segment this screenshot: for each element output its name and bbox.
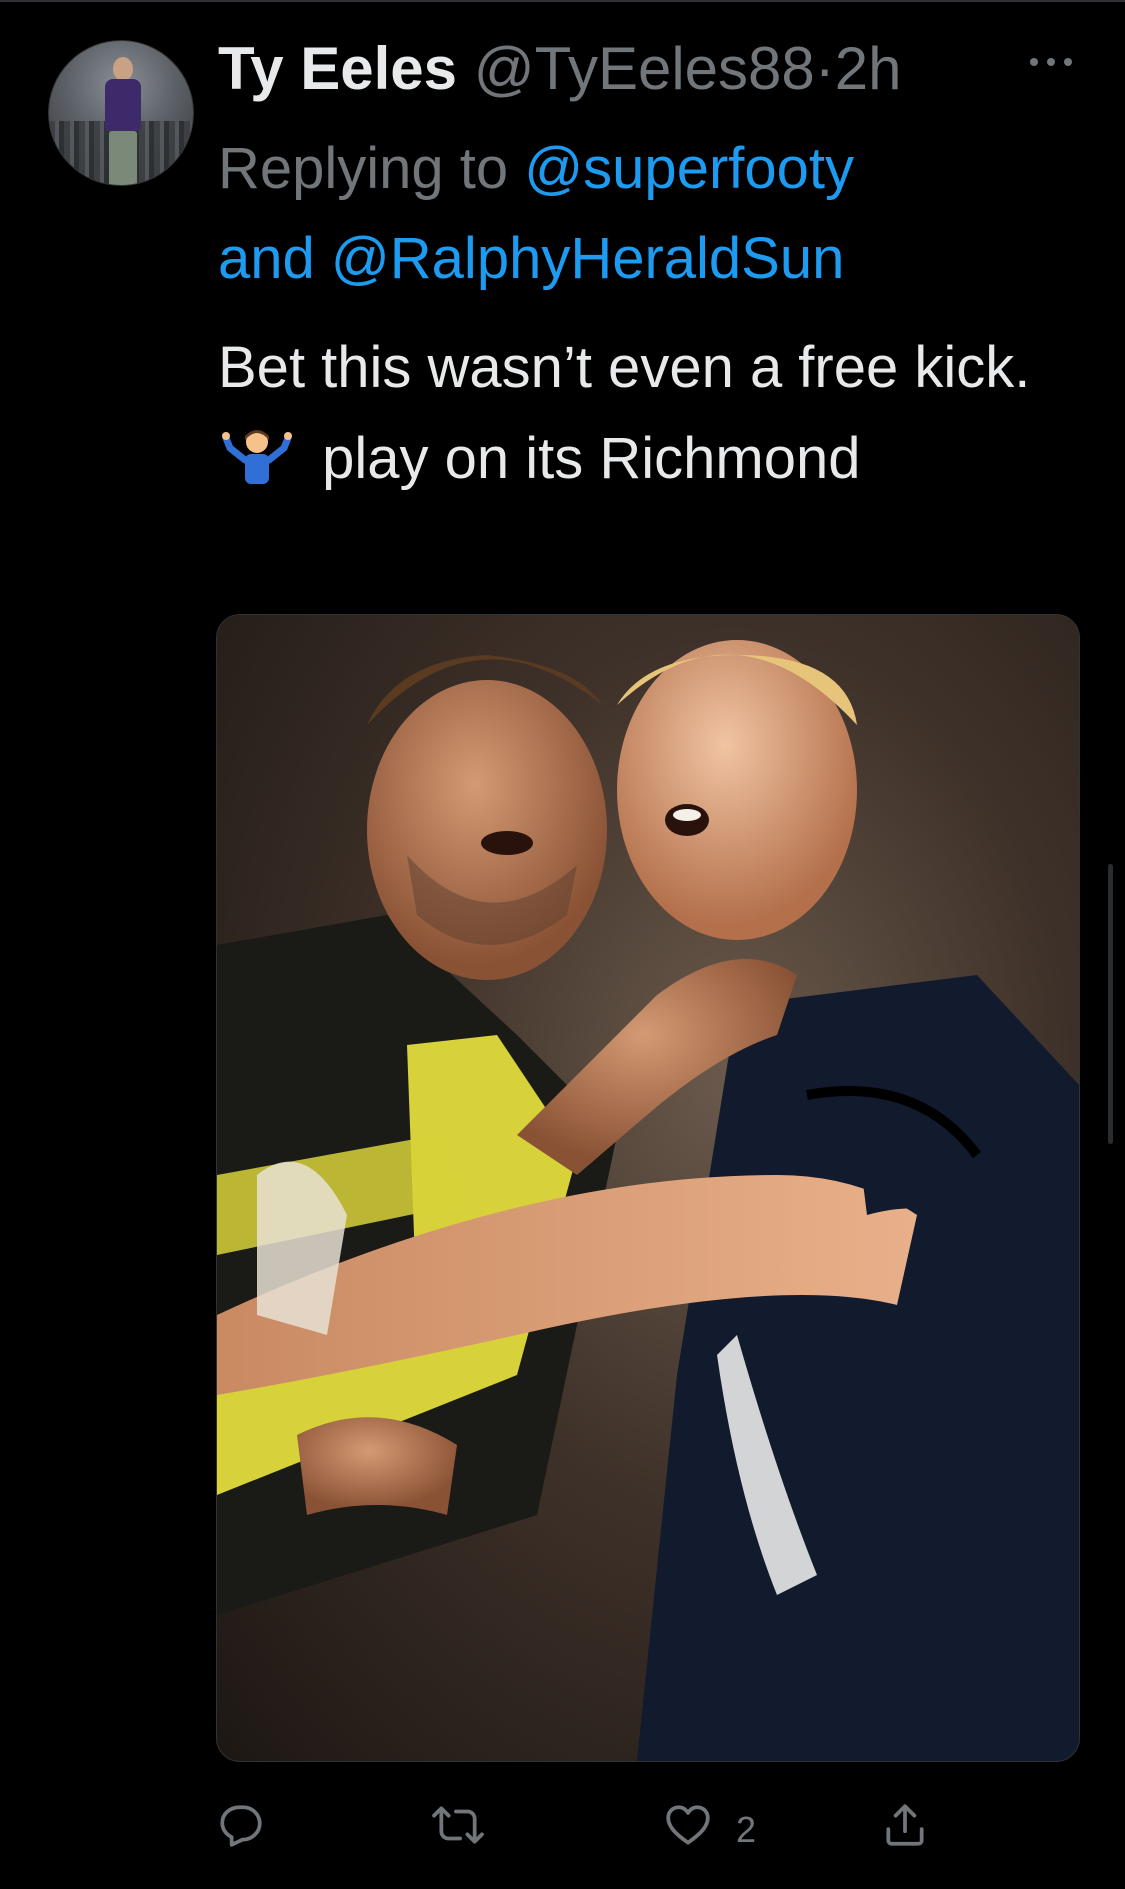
share-icon (886, 1804, 924, 1846)
photo-illustration (217, 640, 1079, 1761)
avatar-person (103, 57, 143, 185)
top-divider (0, 0, 1125, 2)
like-icon (666, 1805, 710, 1845)
more-options-icon[interactable] (1028, 52, 1074, 72)
timestamp[interactable]: 2h (835, 35, 902, 102)
retweet-button[interactable] (430, 1800, 486, 1860)
tweet-header: Ty Eeles @TyEeles88·2h (218, 34, 902, 104)
reply-conjunction[interactable]: and (218, 226, 315, 291)
scrollbar[interactable] (1108, 864, 1113, 1144)
tweet-photo[interactable] (216, 614, 1080, 1762)
mention-superfooty[interactable]: @superfooty (524, 136, 854, 201)
tweet-text-part-1: Bet this wasn’t even a free kick. (218, 335, 1031, 400)
person-shrugging-emoji (222, 430, 292, 484)
author-name[interactable]: Ty Eeles (218, 35, 457, 102)
tweet-text-part-2: play on its Richmond (322, 426, 861, 491)
mention-ralphyheraldsun[interactable]: @RalphyHeraldSun (331, 226, 844, 291)
retweet-icon (432, 1806, 484, 1844)
separator: · (814, 35, 835, 102)
replying-prefix: Replying to (218, 136, 509, 201)
reply-button[interactable] (216, 1800, 266, 1860)
reply-icon (220, 1805, 262, 1847)
share-button[interactable] (880, 1800, 930, 1860)
tweet-text: Bet this wasn’t even a free kick. play o… (218, 322, 1078, 504)
like-button[interactable] (662, 1800, 714, 1860)
replying-to: Replying to @superfooty and @RalphyHeral… (218, 124, 1098, 304)
like-count: 2 (736, 1809, 757, 1850)
avatar[interactable] (48, 40, 194, 186)
author-handle[interactable]: @TyEeles88 (474, 35, 815, 102)
tweet-actions: 2 (216, 1800, 1076, 1860)
